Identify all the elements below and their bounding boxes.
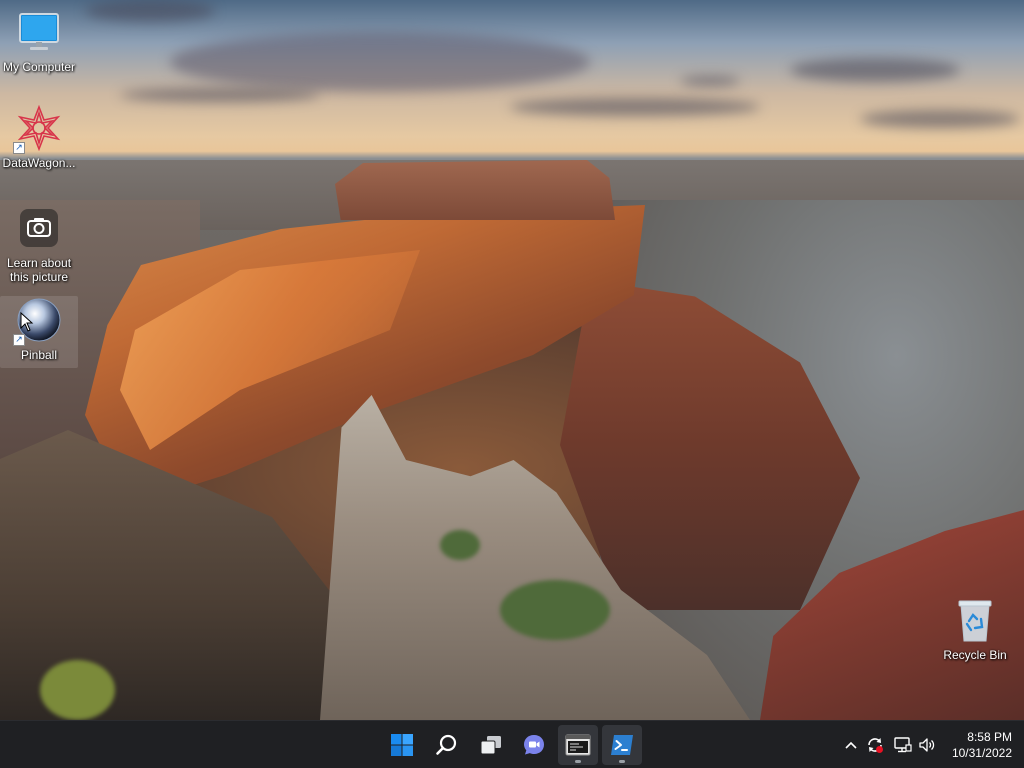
mesa-summit [335, 160, 615, 220]
search-icon [436, 734, 457, 755]
computer-monitor-icon [15, 8, 63, 56]
desktop-icon-datawagon[interactable]: ↗ DataWagon... [0, 104, 78, 170]
cloud [790, 58, 960, 82]
running-indicator [619, 760, 625, 763]
powershell-icon [611, 735, 633, 755]
desktop-icon-label: Pinball [20, 348, 58, 362]
desktop-icon-learn-about-picture[interactable]: Learn about this picture [0, 204, 78, 284]
taskbar: 8:58 PM 10/31/2022 [0, 720, 1024, 768]
shortcut-arrow-icon: ↗ [13, 142, 25, 154]
chat-button[interactable] [514, 725, 554, 765]
start-button[interactable] [382, 725, 422, 765]
desktop-wallpaper[interactable]: My Computer ↗ DataWagon... Learn about t… [0, 0, 1024, 720]
cloud [680, 76, 740, 86]
desktop-icon-pinball[interactable]: ↗ Pinball [0, 296, 78, 368]
volume-button[interactable] [916, 721, 938, 768]
task-view-icon [480, 736, 501, 755]
chevron-up-icon [845, 741, 857, 749]
cloud [860, 110, 1020, 128]
sync-alert-icon [868, 738, 883, 753]
shrub [500, 580, 610, 640]
desktop-icon-recycle-bin[interactable]: Recycle Bin [936, 596, 1014, 662]
clock-date: 10/31/2022 [951, 746, 1012, 760]
camera-icon [15, 204, 63, 252]
recycle-bin-icon [951, 596, 999, 644]
mouse-cursor-icon [20, 311, 34, 336]
task-view-button[interactable] [471, 725, 511, 765]
clock-time: 8:58 PM [967, 730, 1012, 744]
network-button[interactable] [892, 721, 914, 768]
desktop-icon-label: My Computer [2, 60, 76, 74]
taskbar-app-powershell[interactable] [602, 725, 642, 765]
taskbar-clock[interactable]: 8:58 PM 10/31/2022 [942, 729, 1012, 761]
cloud [120, 88, 320, 102]
search-button[interactable] [427, 725, 467, 765]
cloud [85, 0, 215, 22]
volume-icon [919, 738, 935, 752]
teams-chat-icon [524, 735, 544, 755]
network-icon [894, 737, 912, 753]
cloud [510, 98, 760, 116]
running-indicator [575, 760, 581, 763]
shrub [440, 530, 480, 560]
sync-status-button[interactable] [864, 721, 886, 768]
desktop-icon-label: Learn about this picture [6, 256, 72, 284]
cloud [170, 32, 590, 92]
desktop-icon-label: DataWagon... [2, 156, 76, 170]
taskbar-app-terminal[interactable] [558, 725, 598, 765]
desktop-icon-label: Recycle Bin [943, 648, 1007, 662]
windows-start-icon [391, 734, 413, 756]
datawagon-logo-icon: ↗ [13, 104, 63, 154]
shrub [40, 660, 115, 720]
terminal-window-icon [565, 734, 591, 756]
desktop-icon-my-computer[interactable]: My Computer [0, 8, 78, 74]
show-hidden-icons-button[interactable] [840, 721, 862, 768]
